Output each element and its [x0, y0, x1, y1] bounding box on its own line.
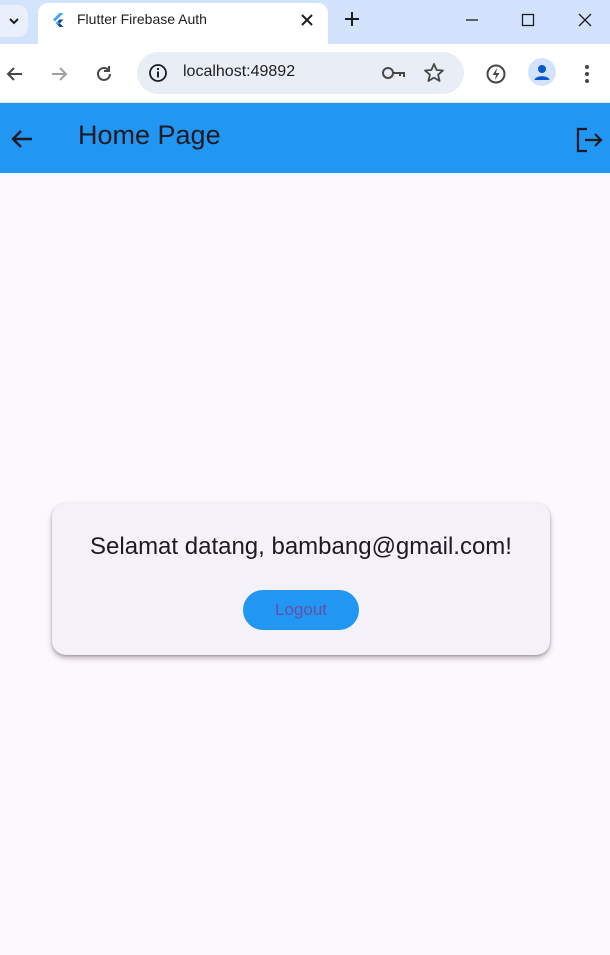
address-bar[interactable]: localhost:49892 — [137, 52, 464, 94]
forward-icon[interactable] — [47, 62, 71, 86]
leaf-icon[interactable] — [484, 62, 508, 86]
logout-button[interactable]: Logout — [243, 590, 359, 630]
minimize-icon[interactable] — [460, 8, 484, 32]
welcome-card: Selamat datang, bambang@gmail.com! Logou… — [52, 503, 550, 655]
tab-title: Flutter Firebase Auth — [77, 11, 207, 27]
address-url[interactable]: localhost:49892 — [183, 63, 295, 81]
back-icon[interactable] — [3, 62, 27, 86]
close-window-icon[interactable] — [573, 8, 597, 32]
arrow-left-icon[interactable] — [8, 125, 36, 153]
star-icon[interactable] — [423, 62, 445, 84]
flutter-logo-icon — [53, 13, 64, 27]
app-bar: Home Page — [0, 103, 610, 173]
person-icon — [534, 65, 550, 80]
tab-list-button[interactable] — [0, 5, 28, 37]
info-icon[interactable] — [148, 63, 168, 83]
profile-button[interactable] — [528, 58, 556, 86]
chevron-down-icon — [9, 18, 19, 25]
key-icon[interactable] — [381, 62, 407, 84]
plus-icon[interactable] — [341, 8, 363, 30]
more-vert-icon[interactable] — [575, 62, 599, 86]
reload-icon[interactable] — [92, 62, 116, 86]
welcome-text: Selamat datang, bambang@gmail.com! — [90, 533, 512, 560]
close-icon[interactable] — [298, 11, 316, 29]
maximize-icon[interactable] — [516, 8, 540, 32]
logout-icon[interactable] — [574, 125, 604, 155]
browser-tabstrip: Flutter Firebase Auth — [0, 0, 610, 44]
browser-tab[interactable]: Flutter Firebase Auth — [38, 3, 328, 44]
page-title: Home Page — [78, 120, 221, 150]
browser-toolbar: localhost:49892 — [0, 44, 610, 103]
